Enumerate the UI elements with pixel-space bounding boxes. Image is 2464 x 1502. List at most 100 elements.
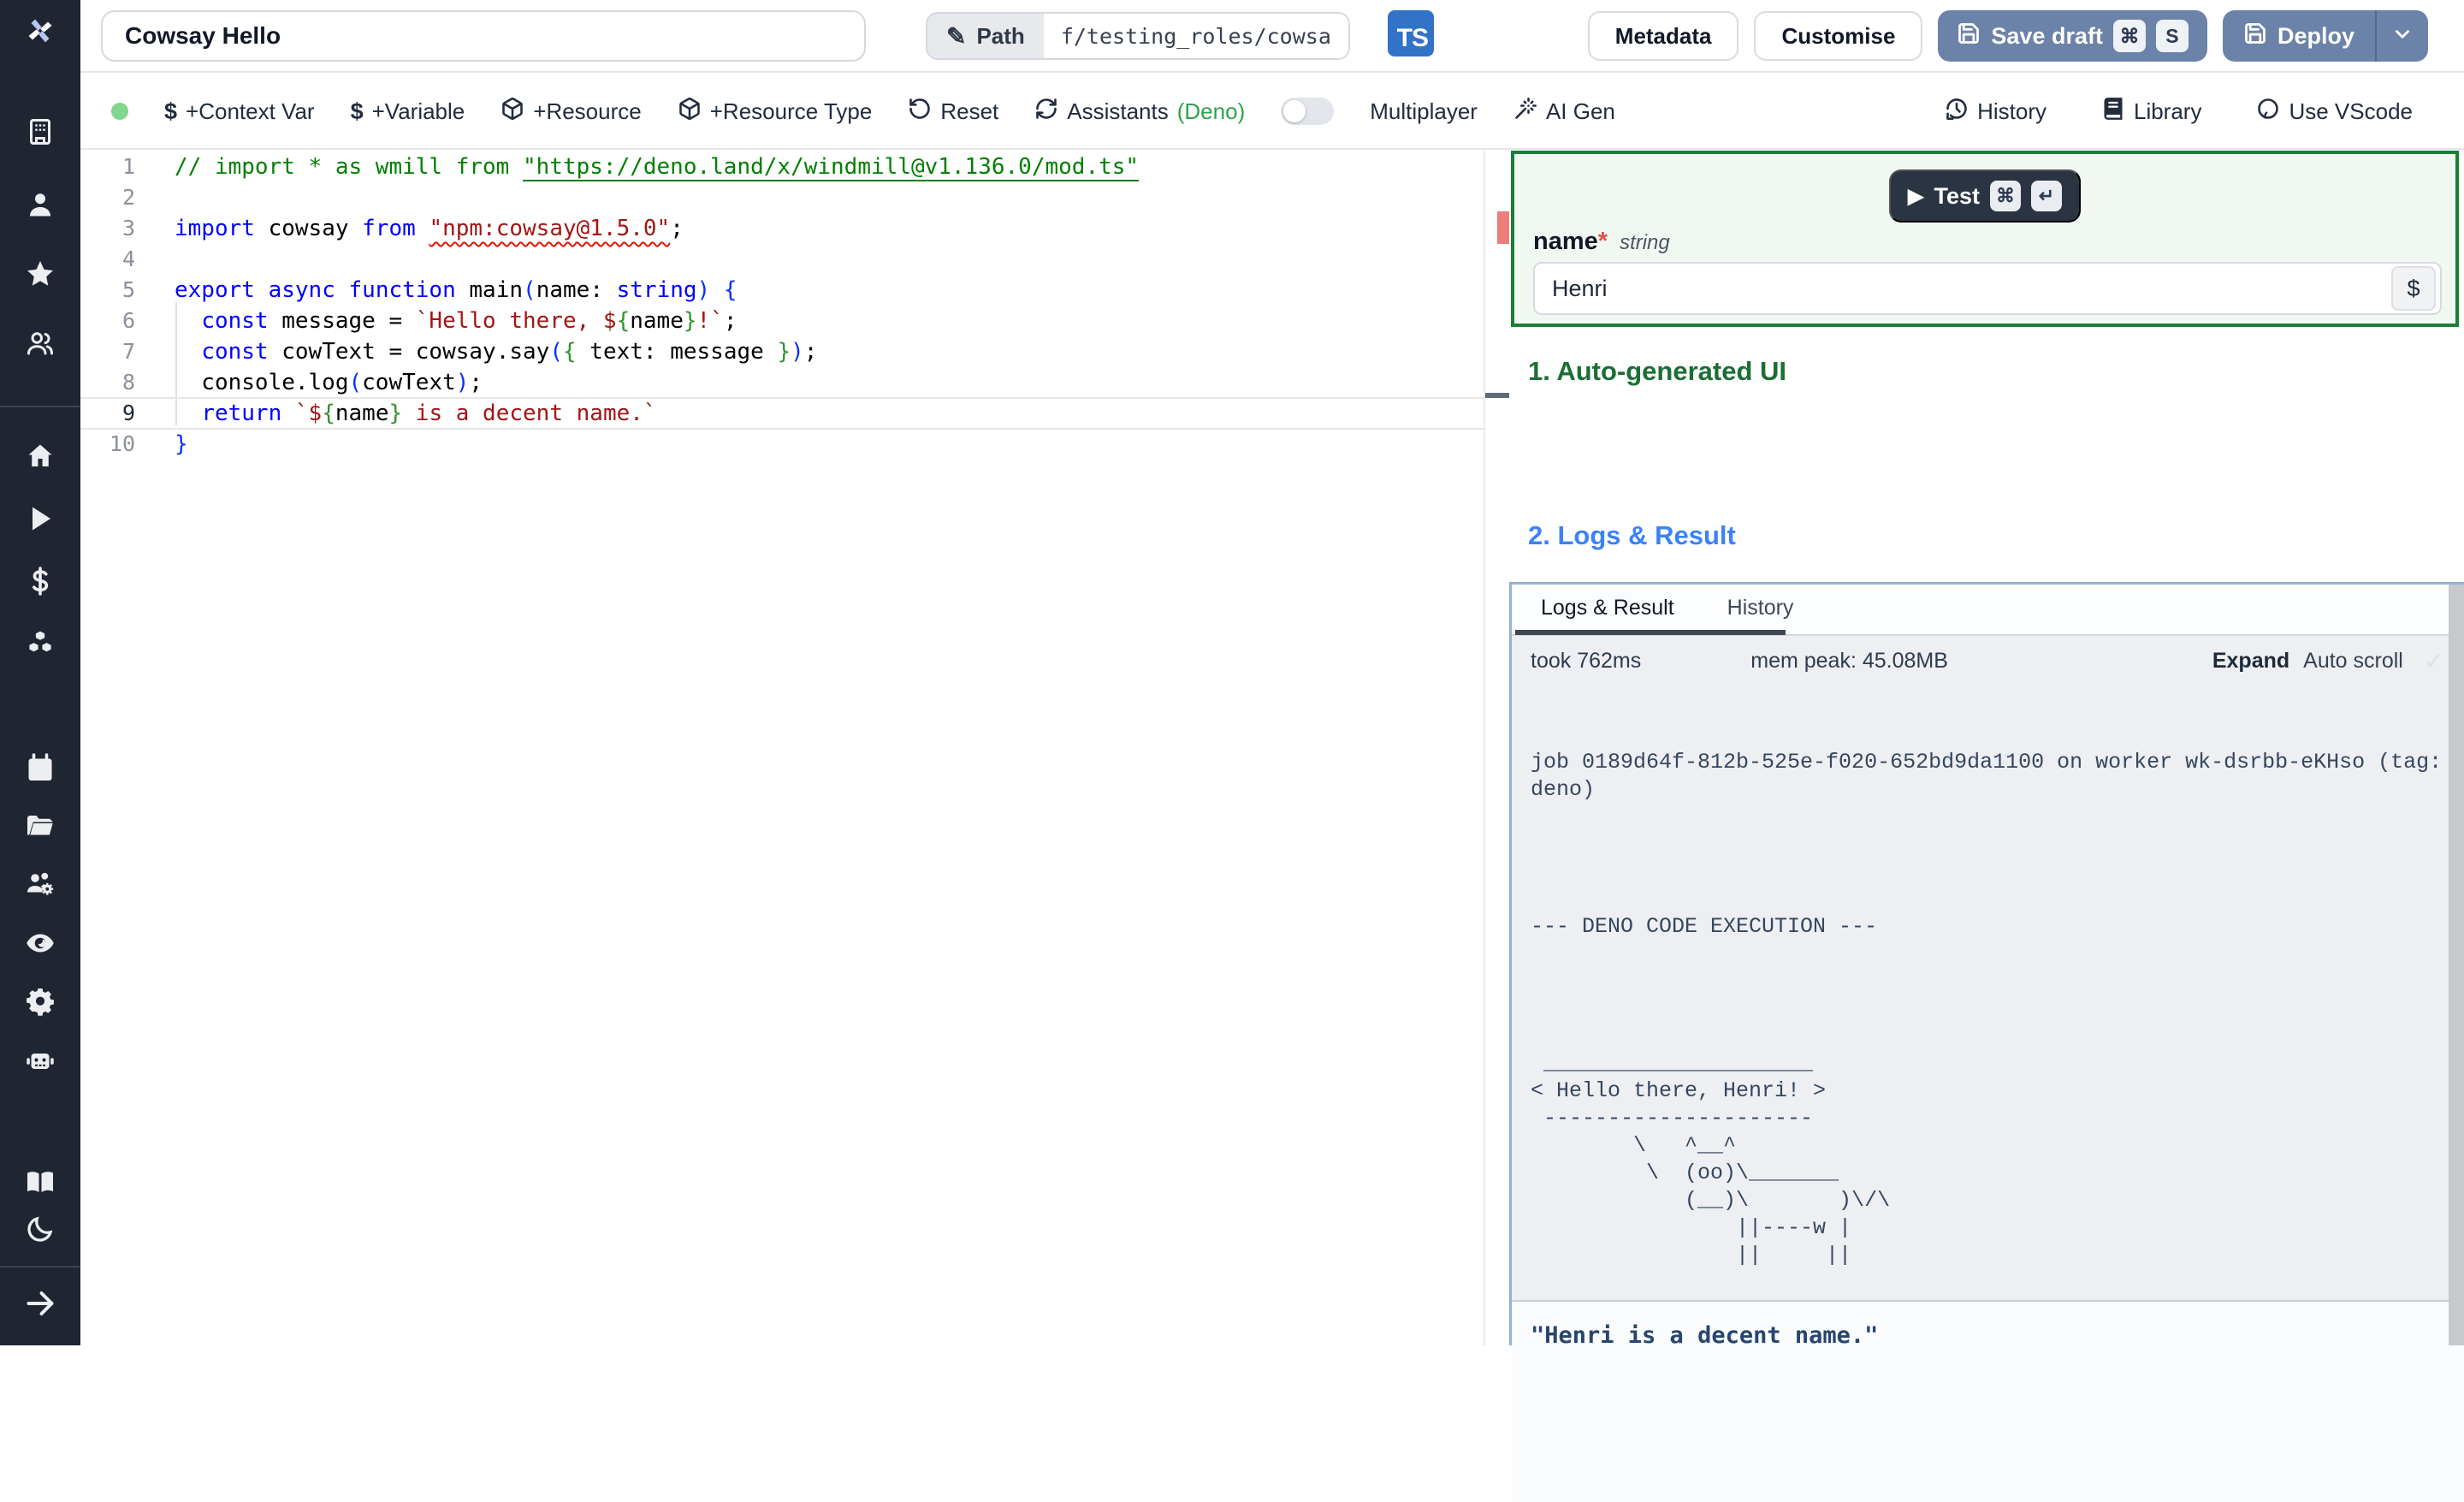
calendar-icon[interactable] (21, 749, 59, 787)
use-vscode-button[interactable]: Use VScode (2256, 97, 2413, 127)
code-line[interactable]: console.log(cowText); (175, 367, 483, 398)
book-open-icon[interactable] (21, 1163, 59, 1201)
play-icon[interactable] (21, 500, 59, 537)
history-button[interactable]: History (1945, 97, 2046, 127)
deploy-dropdown-button[interactable] (2375, 10, 2428, 62)
code-line[interactable]: const cowText = cowsay.say({ text: messa… (175, 336, 817, 367)
dollar-icon[interactable] (21, 562, 59, 600)
test-button[interactable]: ▶ Test ⌘ ↵ (1889, 169, 2081, 223)
save-icon (2243, 21, 2267, 51)
arg-type-label: string (1620, 231, 1670, 254)
line-number: 4 (121, 246, 135, 271)
home-icon[interactable] (21, 437, 59, 475)
metadata-button[interactable]: Metadata (1587, 11, 1739, 61)
path-label-segment[interactable]: ✎ Path (927, 14, 1044, 58)
line-number: 9 (121, 401, 135, 425)
add-resource-type-button[interactable]: +Resource Type (678, 97, 872, 127)
tab-history[interactable]: History (1698, 596, 1818, 634)
windmill-logo[interactable] (21, 12, 59, 50)
code-line[interactable]: } (175, 429, 188, 460)
line-number: 10 (109, 431, 135, 456)
code-line[interactable]: import cowsay from "npm:cowsay@1.5.0"; (175, 213, 684, 244)
arg-name-input[interactable] (1535, 275, 2391, 302)
mem-peak-label: mem peak: 45.08MB (1750, 648, 1948, 673)
deploy-label: Deploy (2277, 22, 2354, 49)
section-logs-result: 2. Logs & Result (1528, 520, 1736, 550)
test-label: Test (1934, 182, 1980, 209)
active-tab-underline (1515, 630, 1786, 635)
insert-variable-button[interactable]: $ (2391, 266, 2436, 311)
building-icon[interactable] (21, 113, 59, 151)
assistants-button[interactable]: Assistants (Deno) (1034, 97, 1245, 127)
duration-label: took 762ms (1531, 648, 1642, 673)
arg-input-wrap: $ (1533, 262, 2442, 315)
multiplayer-toggle[interactable] (1281, 98, 1335, 125)
code-line[interactable]: const message = `Hello there, ${name}!`; (175, 306, 737, 336)
pencil-icon: ✎ (946, 22, 967, 50)
dollar-icon: $ (164, 98, 178, 124)
cubes-icon[interactable] (21, 624, 59, 662)
top-bar: ✎ Path f/testing_roles/cowsa TS Metadata… (80, 0, 2464, 73)
add-context-var-button[interactable]: $ +Context Var (164, 98, 315, 125)
deploy-split-button: Deploy (2222, 10, 2428, 62)
kbd-cmd: ⌘ (2112, 20, 2146, 52)
chevron-down-icon (2391, 23, 2414, 50)
user-icon[interactable] (21, 186, 59, 223)
customise-button[interactable]: Customise (1754, 11, 1923, 61)
code-editor[interactable]: 1 // import * as wmill from "https://deno… (80, 151, 1484, 1345)
script-title-input[interactable] (101, 10, 866, 62)
typescript-badge: TS (1388, 10, 1434, 56)
logs-tab-bar: Logs & Result History (1512, 585, 2464, 636)
add-variable-button[interactable]: $ +Variable (351, 98, 465, 125)
result-value: "Henri is a decent name." (1531, 1322, 1879, 1349)
code-line[interactable]: export async function main(name: string)… (175, 275, 737, 306)
add-resource-button[interactable]: +Resource (500, 97, 642, 127)
log-job-line: job 0189d64f-812b-525e-f020-652bd9da1100… (1531, 750, 2443, 802)
robot-icon[interactable] (21, 1042, 59, 1080)
log-output: job 0189d64f-812b-525e-f020-652bd9da1100… (1531, 694, 2443, 1324)
reset-button[interactable]: Reset (908, 97, 998, 127)
moon-icon[interactable] (21, 1210, 59, 1248)
eye-icon[interactable] (21, 924, 59, 962)
toolbar-left-group: $ +Context Var $ +Variable +Resource +Reso… (111, 97, 1615, 127)
kbd-s: S (2155, 20, 2189, 52)
user-cog-icon[interactable] (21, 864, 59, 902)
section-auto-generated-ui: 1. Auto-generated UI (1528, 356, 1786, 386)
multiplayer-label: Multiplayer (1370, 98, 1478, 124)
code-line[interactable]: // import * as wmill from "https://deno.… (175, 151, 1139, 182)
book-icon (2101, 97, 2125, 127)
rail-divider (0, 1266, 80, 1267)
expand-button[interactable]: Expand (2212, 649, 2289, 674)
code-line[interactable]: return `${name} is a decent name.` (175, 398, 656, 429)
ai-gen-button[interactable]: AI Gen (1513, 97, 1615, 127)
line-number: 6 (121, 308, 135, 333)
history-clock-icon (1945, 97, 1969, 127)
folder-icon[interactable] (21, 807, 59, 845)
arrow-right-icon[interactable] (21, 1285, 59, 1322)
save-draft-button[interactable]: Save draft ⌘ S (1938, 10, 2207, 62)
result-viewer: "Henri is a decent name." (1512, 1300, 2464, 1502)
logs-scrollbar[interactable] (2449, 585, 2464, 1345)
gear-icon[interactable] (21, 983, 59, 1020)
tab-logs-result[interactable]: Logs & Result (1512, 596, 1698, 634)
rail-divider (0, 406, 80, 407)
autoscroll-toggle[interactable]: Auto scroll (2303, 649, 2403, 674)
editor-overview-ruler[interactable] (1484, 151, 1511, 1345)
vscode-circle-icon (2256, 97, 2280, 127)
path-value[interactable]: f/testing_roles/cowsa (1043, 14, 1348, 58)
arg-name-label: name* string (1533, 228, 1670, 255)
path-pill[interactable]: ✎ Path f/testing_roles/cowsa (926, 12, 1350, 60)
line-number: 3 (121, 216, 135, 240)
deploy-button[interactable]: Deploy (2223, 10, 2375, 62)
rotate-ccw-icon (908, 97, 932, 127)
kbd-cmd: ⌘ (1989, 181, 2021, 211)
line-number: 8 (121, 370, 135, 395)
users-icon[interactable] (21, 324, 59, 362)
preview-panel: ▶ Test ⌘ ↵ name*string $ 1. Auto-generat… (1509, 151, 2464, 1502)
refresh-icon (1034, 97, 1058, 127)
star-icon[interactable] (21, 255, 59, 293)
kbd-enter: ↵ (2030, 181, 2062, 211)
save-draft-label: Save draft (1991, 22, 2103, 49)
library-button[interactable]: Library (2101, 97, 2201, 127)
dollar-icon: $ (350, 98, 364, 124)
